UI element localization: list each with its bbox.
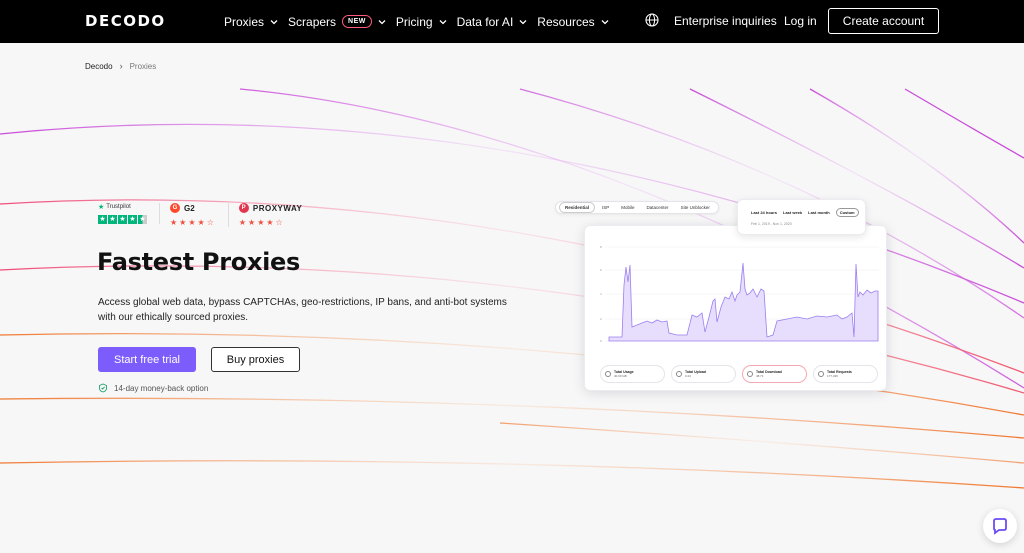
money-back-label: 14-day money-back option bbox=[114, 383, 209, 393]
stat-total-usage[interactable]: Total Usage 40.00 GB bbox=[600, 365, 665, 383]
tab-residential[interactable]: Residential bbox=[559, 202, 596, 213]
date-range-card: Last 24 hours Last week Last month Custo… bbox=[737, 199, 866, 235]
chat-icon bbox=[993, 518, 1007, 535]
menu-label: Resources bbox=[537, 14, 595, 29]
g2-stars: ★★★★☆ bbox=[170, 218, 216, 227]
svg-text:6: 6 bbox=[600, 268, 602, 272]
tab-site-unblocker[interactable]: Site Unblocker bbox=[676, 203, 715, 212]
date-range-text: Feb 1, 2019 - Nov 1, 2020 bbox=[751, 222, 792, 226]
tab-isp[interactable]: ISP bbox=[597, 203, 614, 212]
usage-icon bbox=[605, 371, 611, 377]
proxyway-icon: P bbox=[238, 203, 249, 213]
svg-text:4: 4 bbox=[600, 292, 602, 296]
new-badge: NEW bbox=[342, 15, 372, 28]
trustpilot-logo: ★ Trustpilot bbox=[98, 203, 147, 211]
proxyway-rating[interactable]: P PROXYWAY ★★★★☆ bbox=[238, 203, 315, 227]
svg-text:0: 0 bbox=[600, 339, 602, 343]
range-last-24-hours[interactable]: Last 24 hours bbox=[751, 210, 777, 215]
ratings-row: ★ Trustpilot ★ ★ ★ ★ ★ G G2 ★★★★☆ P PROXYWAY ★★… bbox=[98, 203, 324, 227]
breadcrumb: Decodo › Proxies bbox=[85, 61, 156, 71]
decodo-logo[interactable]: DECODO bbox=[85, 12, 166, 30]
range-options: Last 24 hours Last week Last month Custo… bbox=[751, 208, 859, 217]
g2-rating[interactable]: G G2 ★★★★☆ bbox=[170, 203, 229, 227]
main-menu: Proxies Scrapers NEW Pricing Data for AI… bbox=[224, 0, 619, 43]
usage-chart: 8 6 4 2 0 bbox=[600, 245, 879, 343]
menu-item-resources[interactable]: Resources bbox=[537, 15, 609, 29]
range-last-month[interactable]: Last month bbox=[808, 210, 830, 215]
svg-text:2: 2 bbox=[600, 317, 602, 321]
top-navbar: DECODO Proxies Scrapers NEW Pricing Data… bbox=[0, 0, 1024, 43]
trustpilot-label: Trustpilot bbox=[106, 204, 131, 210]
svg-text:8: 8 bbox=[600, 245, 602, 249]
stat-value: 0.24 bbox=[685, 374, 691, 378]
login-link[interactable]: Log in bbox=[784, 14, 817, 28]
chevron-down-icon bbox=[270, 19, 278, 24]
trustpilot-stars: ★ ★ ★ ★ ★ bbox=[98, 215, 147, 224]
menu-item-pricing[interactable]: Pricing bbox=[396, 15, 448, 29]
menu-label: Pricing bbox=[395, 14, 433, 29]
range-custom[interactable]: Custom bbox=[835, 208, 859, 217]
buy-proxies-button[interactable]: Buy proxies bbox=[211, 347, 300, 372]
menu-label: Scrapers bbox=[288, 14, 337, 29]
usage-area bbox=[608, 262, 879, 342]
chat-widget-button[interactable] bbox=[983, 509, 1017, 543]
chevron-right-icon: › bbox=[119, 61, 123, 71]
stat-value: 48.71 bbox=[756, 374, 764, 378]
breadcrumb-home[interactable]: Decodo bbox=[85, 62, 113, 71]
menu-item-data-for-ai[interactable]: Data for AI bbox=[457, 15, 529, 29]
g2-label: G2 bbox=[184, 203, 195, 213]
download-icon bbox=[747, 371, 753, 377]
start-free-trial-button[interactable]: Start free trial bbox=[98, 347, 196, 372]
requests-icon bbox=[818, 371, 824, 377]
page-title: Fastest Proxies bbox=[97, 248, 301, 276]
proxyway-label: PROXYWAY bbox=[252, 203, 303, 213]
hero-description: Access global web data, bypass CAPTCHAs,… bbox=[98, 297, 507, 323]
stat-total-download[interactable]: Total Download 48.71 bbox=[742, 365, 807, 383]
enterprise-inquiries-link[interactable]: Enterprise inquiries bbox=[674, 14, 777, 28]
stats-row: Total Usage 40.00 GB Total Upload 0.24 Tot… bbox=[600, 365, 878, 383]
tab-mobile[interactable]: Mobile bbox=[616, 203, 639, 212]
menu-label: Proxies bbox=[224, 14, 265, 29]
trustpilot-rating[interactable]: ★ Trustpilot ★ ★ ★ ★ ★ bbox=[98, 203, 160, 224]
stat-value: 177,346 bbox=[827, 374, 838, 378]
money-back-note: 14-day money-back option bbox=[98, 383, 208, 393]
g2-logo: G G2 bbox=[170, 203, 216, 213]
stat-total-upload[interactable]: Total Upload 0.24 bbox=[671, 365, 736, 383]
chevron-down-icon bbox=[378, 19, 386, 24]
menu-label: Data for AI bbox=[456, 14, 514, 29]
create-account-button[interactable]: Create account bbox=[828, 8, 939, 34]
chart-axis-labels: 8 6 4 2 0 bbox=[600, 245, 602, 343]
chevron-down-icon bbox=[601, 19, 609, 24]
shield-check-icon bbox=[99, 383, 107, 393]
tab-datacenter[interactable]: Datacenter bbox=[642, 203, 674, 212]
proxyway-logo: P PROXYWAY bbox=[238, 203, 303, 213]
menu-item-proxies[interactable]: Proxies bbox=[224, 15, 279, 29]
star-icon: ★ bbox=[98, 204, 105, 211]
menu-item-scrapers[interactable]: Scrapers NEW bbox=[288, 15, 387, 29]
breadcrumb-current: Proxies bbox=[129, 61, 157, 71]
upload-icon bbox=[676, 371, 682, 377]
stat-value: 40.00 GB bbox=[614, 374, 627, 378]
chevron-down-icon bbox=[439, 19, 447, 24]
range-last-week[interactable]: Last week bbox=[783, 210, 802, 215]
proxy-type-tabs: Residential ISP Mobile Datacenter Site U… bbox=[555, 201, 719, 214]
chevron-down-icon bbox=[519, 19, 527, 24]
globe-icon[interactable] bbox=[645, 13, 659, 27]
stat-total-requests[interactable]: Total Requests 177,346 bbox=[813, 365, 878, 383]
proxyway-stars: ★★★★☆ bbox=[238, 218, 285, 227]
g2-icon: G bbox=[170, 203, 180, 213]
